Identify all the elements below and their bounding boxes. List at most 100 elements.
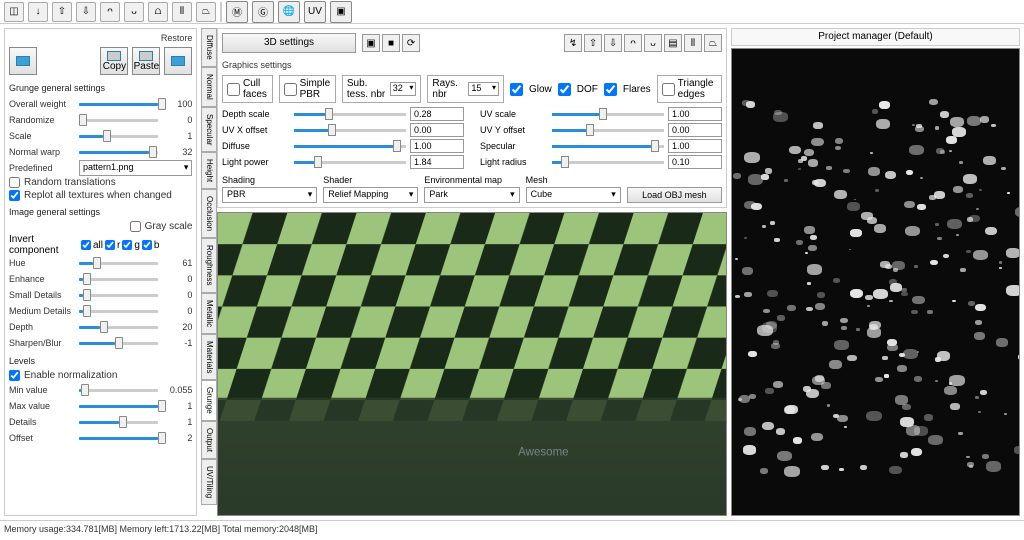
randomize-slider[interactable] [79,115,158,125]
h6-icon[interactable]: ▤ [664,34,682,52]
diffuse-value[interactable]: 1.00 [410,139,464,153]
tab-uvtiling[interactable]: UV/Tiling [201,459,217,505]
specular-slider[interactable] [552,141,664,151]
3d-settings-button[interactable]: 3D settings [222,33,356,53]
open-button[interactable] [164,47,192,75]
tab-grunge[interactable]: Grunge [201,380,217,421]
random-translations-checkbox[interactable] [9,177,20,188]
invert-g-checkbox[interactable] [122,240,132,250]
dof-checkbox[interactable] [558,83,571,96]
medium-details-slider[interactable] [79,306,158,316]
uv-icon[interactable]: UV [304,1,326,23]
predefined-dropdown[interactable]: pattern1.png [79,160,192,176]
overall-weight-slider[interactable] [79,99,158,109]
paste-button[interactable]: Paste [132,47,160,75]
peaks3-icon[interactable]: ⩍ [148,2,168,22]
tab-occlusion[interactable]: Occlusion [201,189,217,238]
project-manager-header[interactable]: Project manager (Default) [731,28,1020,46]
normalization-checkbox[interactable] [9,370,20,381]
tab-roughness[interactable]: Roughness [201,238,217,292]
uv-scale-slider[interactable] [552,109,664,119]
copy-button[interactable]: Copy [100,47,128,75]
tab-diffuse[interactable]: Diffuse [201,28,217,67]
enhance-slider[interactable] [79,274,158,284]
light-power-slider[interactable] [294,157,406,167]
cull-checkbox[interactable] [227,83,240,96]
h1-icon[interactable]: ↯ [564,34,582,52]
m-icon[interactable]: Ⓜ [226,1,248,23]
predefined-label: Predefined [9,163,79,173]
invert-b-checkbox[interactable] [142,240,152,250]
scale-slider[interactable] [79,131,158,141]
h5-icon[interactable]: ᴗ [644,34,662,52]
light-power-value[interactable]: 1.84 [410,155,464,169]
invert-all-checkbox[interactable] [81,240,91,250]
base-icon[interactable]: ⏢ [196,2,216,22]
depth-scale-slider[interactable] [294,109,406,119]
g-icon[interactable]: Ⓖ [252,1,274,23]
cube-icon[interactable]: ◫ [4,2,24,22]
shading-dropdown[interactable]: PBR [222,187,317,203]
box-icon[interactable]: ▣ [362,34,380,52]
tab-metallic[interactable]: Metallic [201,293,217,334]
tab-height[interactable]: Height [201,152,217,189]
arrow-down-icon[interactable]: ↓ [28,2,48,22]
arrow-up1-icon[interactable]: ⇧ [52,2,72,22]
light-radius-slider[interactable] [552,157,664,167]
max-value-slider[interactable] [79,401,158,411]
peaks1-icon[interactable]: ᴖ [100,2,120,22]
save-button[interactable] [9,47,37,75]
invert-r-checkbox[interactable] [105,240,115,250]
depth-slider[interactable] [79,322,158,332]
arrow-down2-icon[interactable]: ⇩ [76,2,96,22]
uv-x-offset-slider[interactable] [294,125,406,135]
tab-output[interactable]: Output [201,421,217,459]
uv-y-offset-value[interactable]: 0.00 [668,123,722,137]
uv-y-offset-slider[interactable] [552,125,664,135]
hue-slider[interactable] [79,258,158,268]
diffuse-slider[interactable] [294,141,406,151]
grayscale-checkbox[interactable] [130,221,141,232]
flares-checkbox[interactable] [604,83,617,96]
specular-value[interactable]: 1.00 [668,139,722,153]
h3-icon[interactable]: ⇩ [604,34,622,52]
peaks2-icon[interactable]: ᴗ [124,2,144,22]
sharpen/blur-slider[interactable] [79,338,158,348]
restore-link[interactable]: Restore [9,33,192,43]
simple-pbr-checkbox[interactable] [284,83,297,96]
h4-icon[interactable]: ᴖ [624,34,642,52]
light-radius-value[interactable]: 0.10 [668,155,722,169]
offset-slider[interactable] [79,433,158,443]
globe-icon[interactable]: 🌐 [278,1,300,23]
h7-icon[interactable]: ⫴ [684,34,702,52]
mesh-dropdown[interactable]: Cube [526,187,621,203]
status-bar: Memory usage:334.781[MB] Memory left:171… [0,520,1024,536]
uv-x-offset-value[interactable]: 0.00 [410,123,464,137]
depth-scale-value[interactable]: 0.28 [410,107,464,121]
tab-materials[interactable]: Materials [201,334,217,380]
tri-edges-checkbox[interactable] [662,83,675,96]
h2-icon[interactable]: ⇧ [584,34,602,52]
vertical-tabs: DiffuseNormalSpecularHeightOcclusionRoug… [201,28,217,520]
tab-specular[interactable]: Specular [201,107,217,153]
subtess-dropdown[interactable]: 32 [390,82,417,96]
load-mesh-button[interactable]: Load OBJ mesh [627,187,722,203]
bars-icon[interactable]: ⫴ [172,2,192,22]
cam-icon[interactable]: ■ [382,34,400,52]
sq-icon[interactable]: ▣ [330,1,352,23]
glow-checkbox[interactable] [510,83,523,96]
uv-scale-value[interactable]: 1.00 [668,107,722,121]
3d-preview[interactable]: Awesome [217,212,727,516]
refresh-icon[interactable]: ⟳ [402,34,420,52]
texture-preview[interactable] [731,48,1020,516]
tab-normal[interactable]: Normal [201,67,217,107]
env-dropdown[interactable]: Park [424,187,519,203]
replot-checkbox[interactable] [9,190,20,201]
min-value-slider[interactable] [79,385,158,395]
h8-icon[interactable]: ⏢ [704,34,722,52]
small-details-slider[interactable] [79,290,158,300]
details-slider[interactable] [79,417,158,427]
shader-dropdown[interactable]: Relief Mapping [323,187,418,203]
rays-dropdown[interactable]: 15 [468,82,499,96]
normal-warp-slider[interactable] [79,147,158,157]
